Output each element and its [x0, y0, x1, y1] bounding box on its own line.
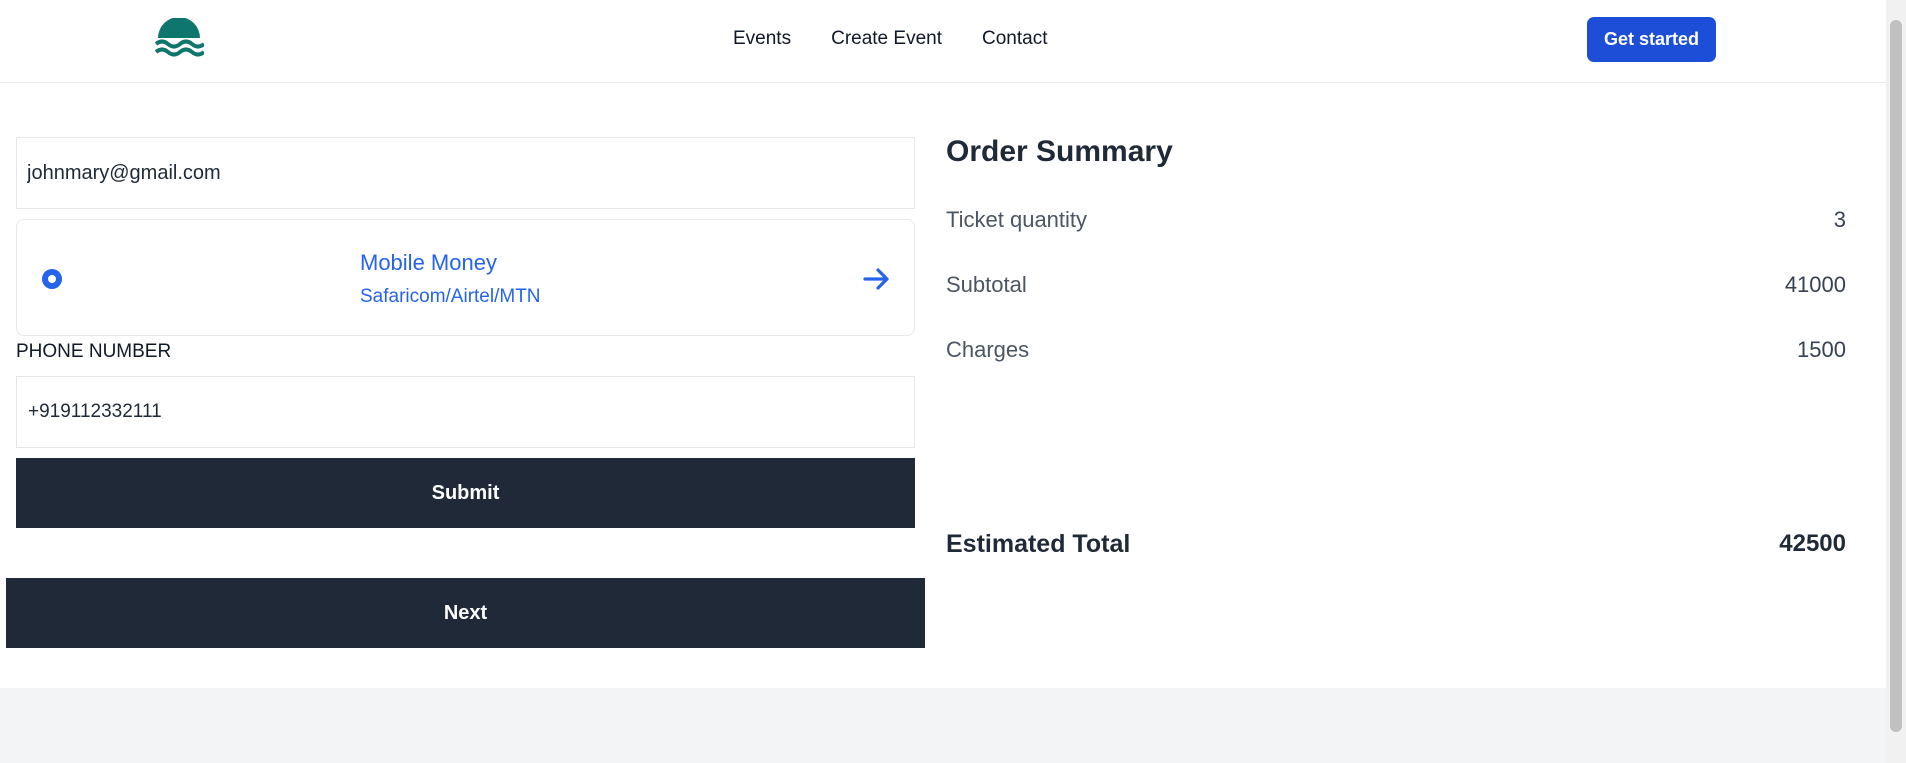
- nav-link-create-event[interactable]: Create Event: [831, 28, 942, 50]
- next-button[interactable]: Next: [6, 578, 925, 648]
- estimated-total-value: 42500: [1779, 530, 1846, 557]
- summary-row-label: Subtotal: [946, 272, 1027, 297]
- summary-row-value: 3: [1833, 207, 1846, 232]
- header: Events Create Event Contact Get started: [0, 0, 1886, 83]
- page-scrollbar[interactable]: [1886, 0, 1906, 763]
- phone-number-input[interactable]: [16, 376, 915, 448]
- email-input[interactable]: [16, 137, 915, 209]
- nav-link-contact[interactable]: Contact: [982, 28, 1047, 50]
- estimated-total-label: Estimated Total: [946, 530, 1131, 558]
- summary-row-charges: Charges 1500: [946, 337, 1846, 367]
- payment-method-providers: Safaricom/Airtel/MTN: [360, 286, 541, 307]
- payment-method-name: Mobile Money: [360, 250, 497, 275]
- order-summary-title: Order Summary: [946, 135, 1173, 168]
- selected-radio[interactable]: [42, 269, 62, 289]
- payment-method-mobile-money[interactable]: Mobile Money Safaricom/Airtel/MTN: [16, 219, 915, 336]
- summary-row-value: 41000: [1784, 272, 1846, 297]
- phone-number-label: PHONE NUMBER: [16, 341, 172, 362]
- summary-row-label: Ticket quantity: [946, 207, 1088, 232]
- get-started-button[interactable]: Get started: [1587, 17, 1716, 62]
- submit-button[interactable]: Submit: [16, 458, 915, 528]
- summary-row-value: 1500: [1797, 337, 1846, 362]
- scrollbar-thumb[interactable]: [1890, 20, 1902, 732]
- arrow-right-icon[interactable]: [862, 264, 892, 294]
- summary-row-subtotal: Subtotal 41000: [946, 272, 1846, 302]
- estimated-total-row: Estimated Total 42500: [946, 530, 1846, 564]
- wave-logo-icon[interactable]: [154, 18, 204, 62]
- page: Events Create Event Contact Get started …: [0, 0, 1886, 688]
- summary-row-label: Charges: [946, 337, 1030, 362]
- main-nav: Events Create Event Contact: [733, 28, 1047, 50]
- nav-link-events[interactable]: Events: [733, 28, 791, 50]
- summary-row-ticket-quantity: Ticket quantity 3: [946, 207, 1846, 237]
